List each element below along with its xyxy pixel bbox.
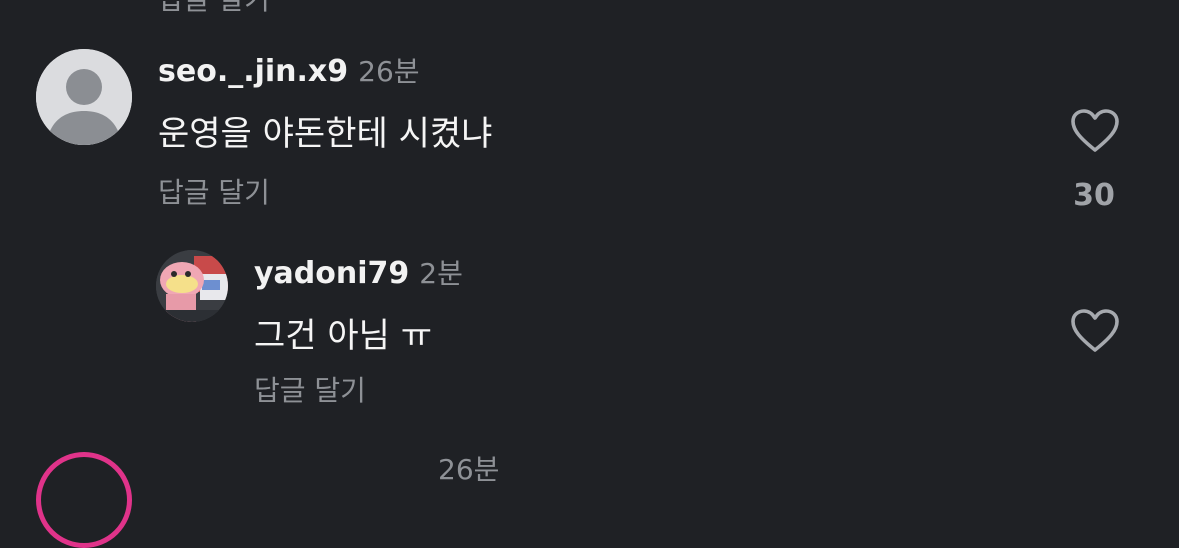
- next-comment-time: 26분: [438, 453, 500, 486]
- like-button[interactable]: [1070, 108, 1120, 154]
- story-ring-avatar[interactable]: [36, 452, 132, 548]
- slowpoke-avatar-icon: [156, 250, 228, 322]
- default-avatar-icon: [36, 49, 132, 145]
- username[interactable]: seo._.jin.x9: [158, 54, 348, 89]
- comment-time: 26분: [358, 55, 420, 88]
- avatar[interactable]: [156, 250, 228, 322]
- like-count: 30: [1073, 178, 1115, 213]
- heart-outline-icon: [1071, 109, 1119, 152]
- previous-reply-link[interactable]: 답글 달기: [158, 0, 270, 18]
- reply-time: 2분: [419, 257, 463, 290]
- heart-outline-icon: [1071, 309, 1119, 352]
- like-button[interactable]: [1070, 308, 1120, 354]
- comment-header: seo._.jin.x9 26분: [158, 50, 420, 90]
- username[interactable]: yadoni79: [254, 256, 409, 291]
- reply-header: yadoni79 2분: [254, 252, 463, 292]
- avatar[interactable]: [36, 49, 132, 145]
- reply-button[interactable]: 답글 달기: [254, 369, 366, 409]
- reply-text: 그건 아님 ㅠ: [254, 316, 433, 356]
- comment-text: 운영을 야돈한테 시켰냐: [158, 114, 493, 154]
- reply-button[interactable]: 답글 달기: [158, 171, 270, 211]
